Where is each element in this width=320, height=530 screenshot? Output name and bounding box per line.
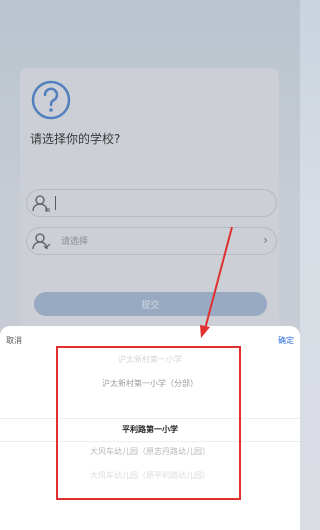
cancel-button[interactable]: 取消 bbox=[6, 335, 22, 346]
highlight-box bbox=[56, 346, 241, 500]
confirm-button[interactable]: 确定 bbox=[278, 335, 294, 346]
